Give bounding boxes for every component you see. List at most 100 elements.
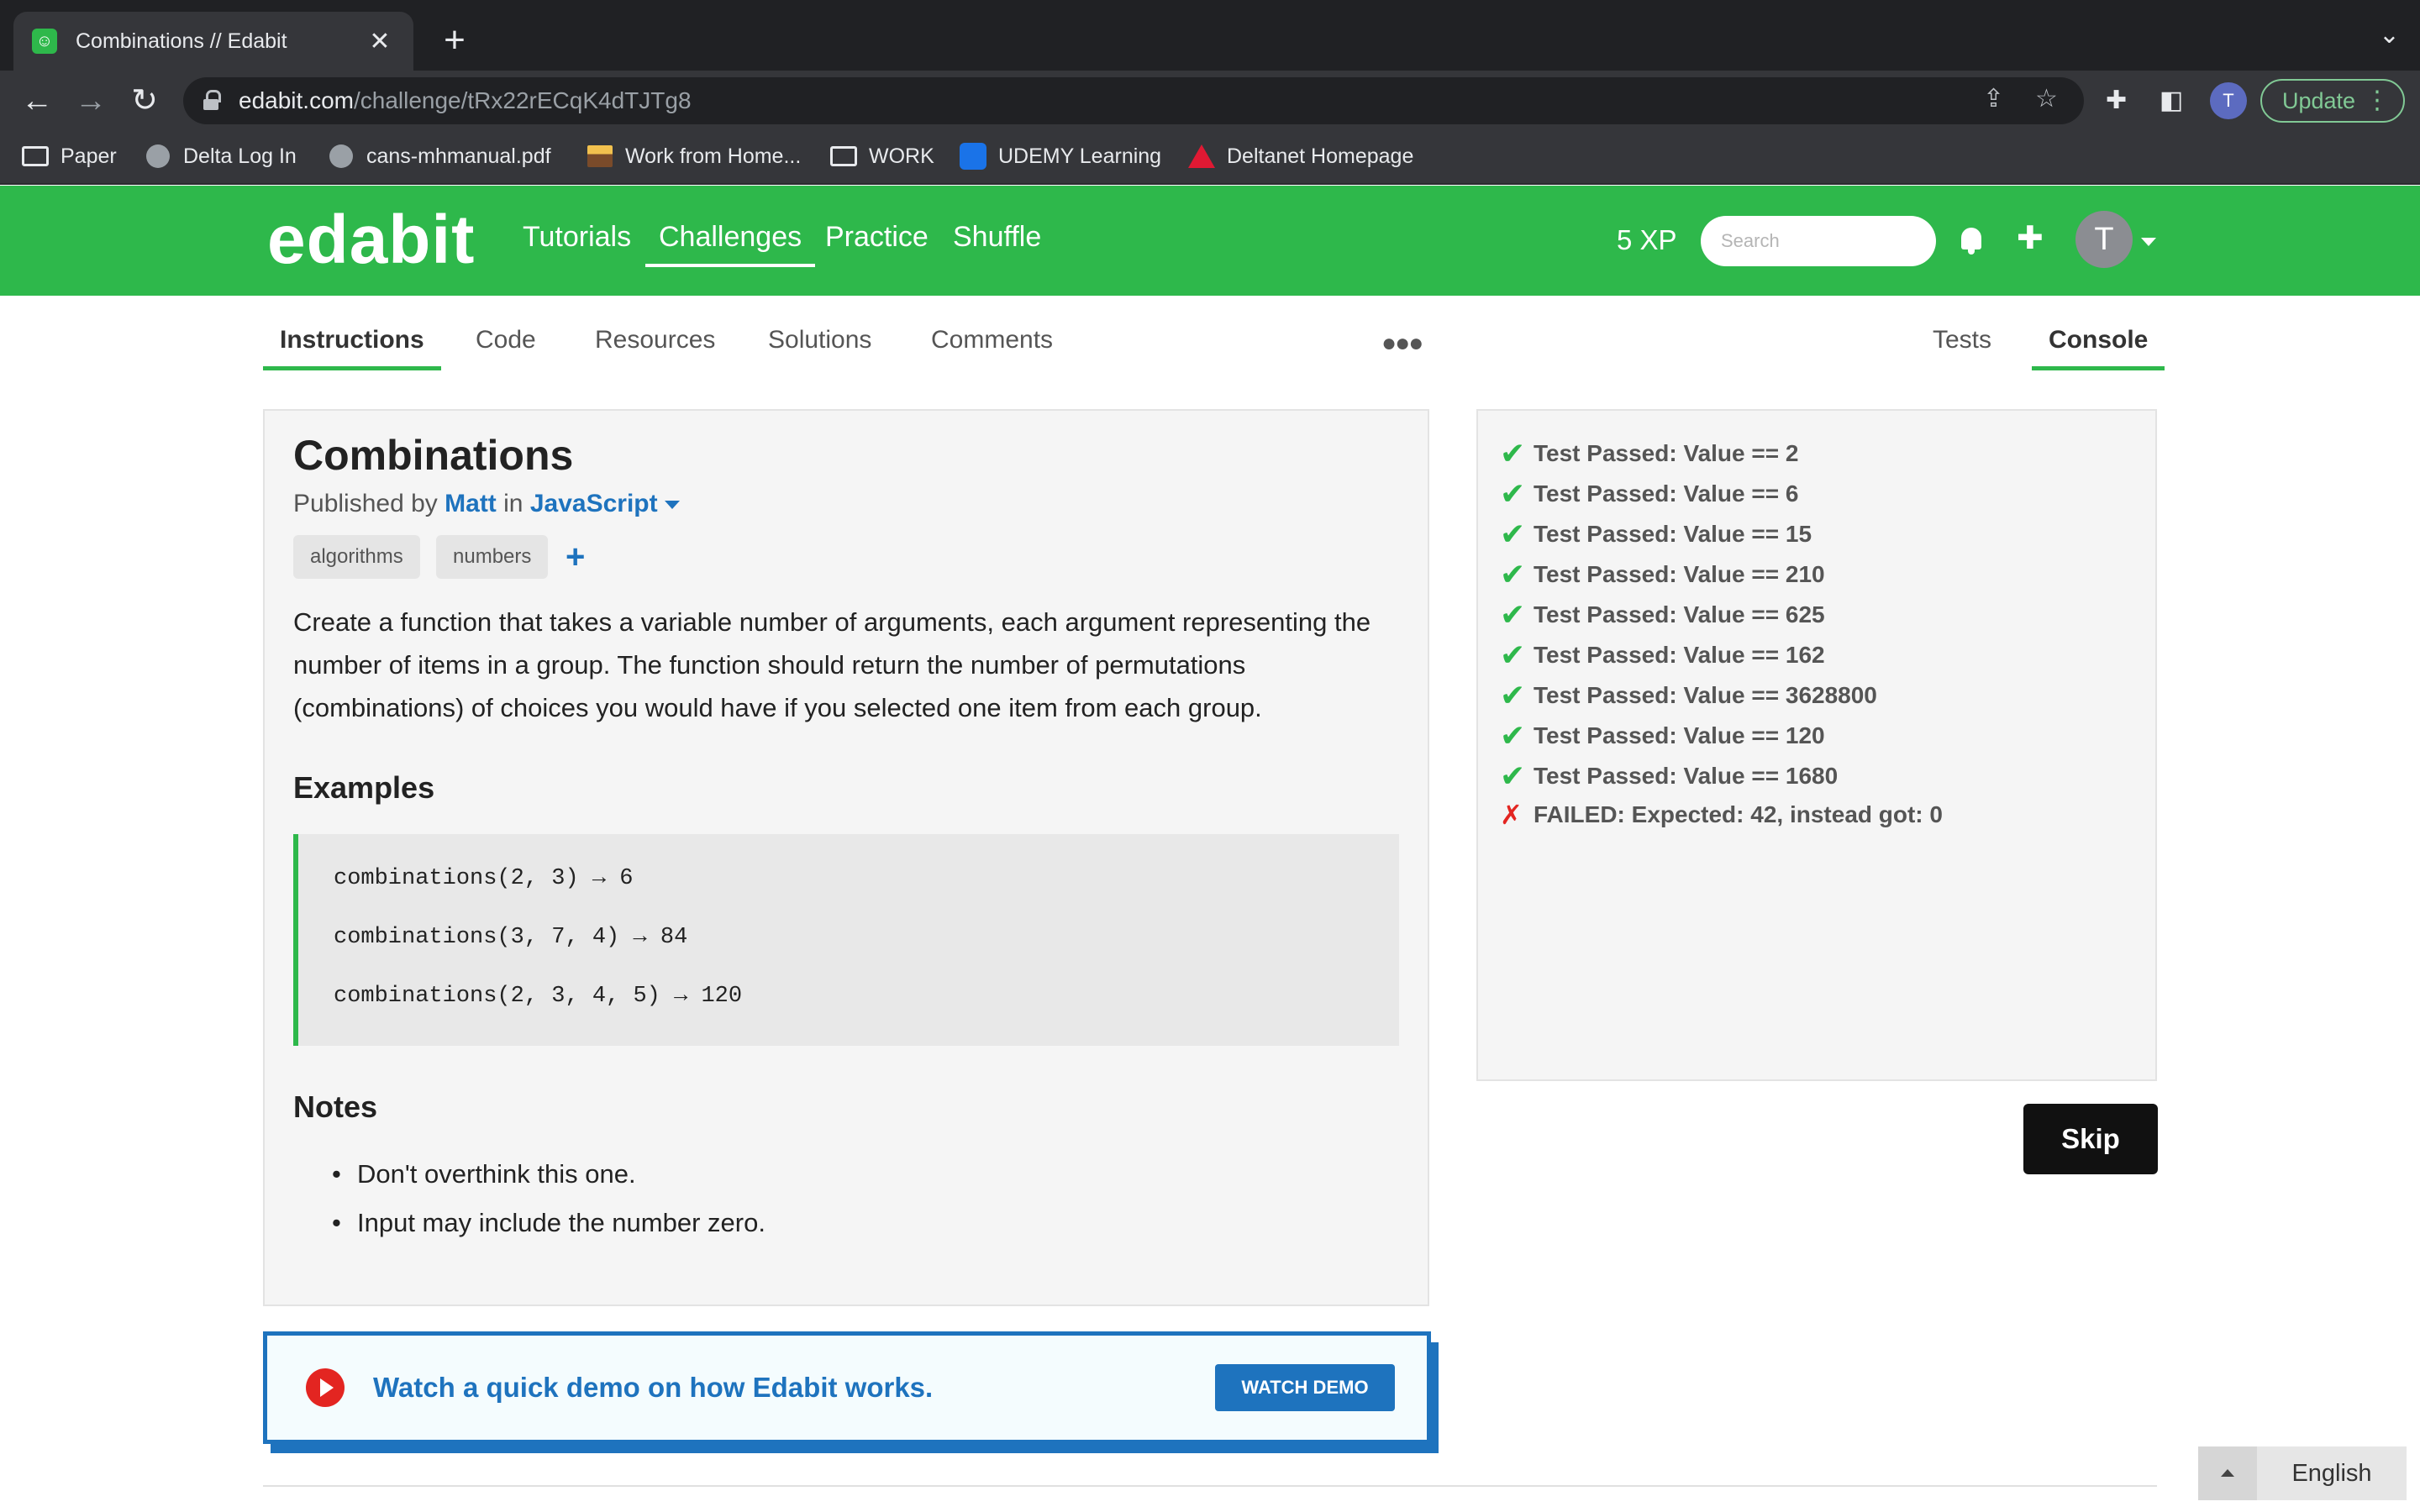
- instructions-panel: Combinations Published by Matt in JavaSc…: [263, 409, 1429, 1306]
- test-result: ✔ Test Passed: Value == 162: [1500, 638, 1825, 673]
- bookmark-cans-mhmanual[interactable]: cans-mhmanual.pdf: [328, 143, 551, 170]
- browser-toolbar: ← → ↻ edabit.com/challenge/tRx22rECqK4dT…: [0, 71, 2420, 131]
- share-icon[interactable]: ⇪: [1983, 84, 2004, 113]
- console-panel: ✔ Test Passed: Value == 2 ✔ Test Passed: V…: [1476, 409, 2157, 1081]
- challenge-title: Combinations: [293, 432, 574, 479]
- test-result: ✔ Test Passed: Value == 120: [1500, 718, 1825, 753]
- bookmark-udemy[interactable]: UDEMY Learning: [960, 143, 1161, 170]
- tab-tests[interactable]: Tests: [1916, 326, 2008, 366]
- language-label: English: [2291, 1459, 2372, 1487]
- tab-solutions[interactable]: Solutions: [751, 326, 888, 366]
- browser-tabstrip: ☺ Combinations // Edabit ✕ + ⌄: [0, 0, 2420, 71]
- notes-list: Don't overthink this one. Input may incl…: [332, 1150, 1340, 1247]
- watch-demo-button[interactable]: WATCH DEMO: [1215, 1364, 1395, 1411]
- nav-shuffle[interactable]: Shuffle: [939, 221, 1055, 264]
- note-item: Input may include the number zero.: [332, 1199, 1340, 1247]
- add-tag-icon[interactable]: +: [566, 535, 585, 579]
- language-dropdown[interactable]: JavaScript: [530, 490, 658, 517]
- user-avatar[interactable]: T: [2075, 211, 2133, 268]
- examples-heading: Examples: [293, 770, 435, 805]
- check-icon: ✔: [1500, 759, 1526, 793]
- bookmark-deltanet[interactable]: Deltanet Homepage: [1188, 143, 1413, 170]
- caret-down-icon[interactable]: [664, 501, 680, 510]
- check-icon: ✔: [1500, 476, 1526, 511]
- extensions-puzzle-icon[interactable]: ✚: [2106, 86, 2127, 115]
- tab-resources[interactable]: Resources: [578, 326, 732, 366]
- delta-favicon-icon: [1188, 143, 1215, 170]
- bookmark-label: Deltanet Homepage: [1227, 144, 1414, 168]
- lock-icon[interactable]: [202, 90, 224, 112]
- check-icon: ✔: [1500, 678, 1526, 712]
- example-line: combinations(3, 7, 4) → 84: [334, 925, 688, 950]
- published-prefix: Published by: [293, 490, 438, 517]
- bookmark-label: UDEMY Learning: [998, 144, 1162, 168]
- test-result: ✔ Test Passed: Value == 1680: [1500, 759, 1838, 794]
- bookmark-label: WORK: [869, 144, 934, 168]
- bookmark-label: Delta Log In: [183, 144, 297, 168]
- result-text: Test Passed: Value == 625: [1534, 601, 1825, 627]
- update-button[interactable]: Update ⋮: [2260, 79, 2405, 123]
- address-bar[interactable]: edabit.com/challenge/tRx22rECqK4dTJTg8 ⇪…: [183, 77, 2084, 124]
- nav-practice[interactable]: Practice: [812, 221, 942, 264]
- tab-search-chevron-icon[interactable]: ⌄: [2379, 20, 2400, 50]
- tab-code[interactable]: Code: [459, 326, 553, 366]
- language-selector[interactable]: English: [2198, 1446, 2407, 1500]
- bookmarks-bar: Paper Delta Log In cans-mhmanual.pdf Wor…: [0, 131, 2420, 185]
- user-menu-caret-icon[interactable]: [2141, 238, 2156, 246]
- edabit-favicon-icon: ☺: [32, 29, 57, 54]
- url-text[interactable]: edabit.com/challenge/tRx22rECqK4dTJTg8: [239, 87, 692, 114]
- play-icon[interactable]: [306, 1368, 345, 1407]
- bookmark-label: Work from Home...: [625, 144, 802, 168]
- tag-numbers[interactable]: numbers: [436, 535, 549, 579]
- result-text: Test Passed: Value == 210: [1534, 561, 1825, 587]
- challenge-description: Create a function that takes a variable …: [293, 607, 1371, 722]
- skip-button[interactable]: Skip: [2023, 1104, 2158, 1174]
- bookmark-work[interactable]: WORK: [830, 143, 934, 170]
- result-text: Test Passed: Value == 15: [1534, 521, 1812, 547]
- footer-divider: [263, 1485, 2157, 1487]
- edabit-logo[interactable]: edabit: [267, 201, 475, 280]
- nav-challenges[interactable]: Challenges: [645, 221, 816, 267]
- site-header: edabit Tutorials Challenges Practice Shu…: [0, 186, 2420, 296]
- new-tab-icon[interactable]: +: [435, 17, 474, 64]
- browser-profile-avatar[interactable]: T: [2210, 82, 2247, 119]
- close-tab-icon[interactable]: ✕: [365, 27, 395, 56]
- folder-icon: [830, 143, 857, 170]
- more-options-icon[interactable]: ●●●: [1381, 329, 1423, 358]
- nav-tutorials[interactable]: Tutorials: [509, 221, 644, 264]
- tab-instructions[interactable]: Instructions: [263, 326, 441, 370]
- published-line: Published by Matt in JavaScript: [293, 490, 680, 518]
- reload-icon[interactable]: ↻: [124, 82, 165, 119]
- result-text: Test Passed: Value == 3628800: [1534, 682, 1877, 708]
- notifications-bell-icon[interactable]: [1961, 228, 1981, 255]
- example-line: combinations(2, 3) → 6: [334, 866, 634, 891]
- more-vertical-icon[interactable]: ⋮: [2365, 86, 2390, 115]
- search-input[interactable]: [1701, 216, 1936, 266]
- result-text: Test Passed: Value == 120: [1534, 722, 1825, 748]
- tab-console[interactable]: Console: [2032, 326, 2165, 370]
- globe-icon: [145, 143, 171, 170]
- folder-icon: [22, 143, 49, 170]
- back-arrow-icon[interactable]: ←: [17, 82, 57, 119]
- test-result-failed: ✗ FAILED: Expected: 42, instead got: 0: [1500, 799, 1943, 831]
- bookmark-star-icon[interactable]: ☆: [2035, 84, 2058, 113]
- tab-comments[interactable]: Comments: [914, 326, 1070, 366]
- bookmark-work-from-home[interactable]: Work from Home...: [587, 143, 801, 170]
- bookmark-paper[interactable]: Paper: [22, 143, 117, 170]
- caret-up-icon[interactable]: [2198, 1446, 2257, 1500]
- side-panel-icon[interactable]: ◧: [2160, 86, 2183, 115]
- forward-arrow-icon[interactable]: →: [71, 82, 111, 119]
- bookmark-delta-log-in[interactable]: Delta Log In: [145, 143, 297, 170]
- test-result: ✔ Test Passed: Value == 210: [1500, 557, 1825, 592]
- demo-text-link[interactable]: Watch a quick demo on how Edabit works.: [373, 1372, 1215, 1404]
- author-link[interactable]: Matt: [445, 490, 497, 517]
- add-plus-icon[interactable]: ✚: [2017, 219, 2044, 257]
- demo-banner: Watch a quick demo on how Edabit works. …: [263, 1331, 1431, 1444]
- browser-tab[interactable]: ☺ Combinations // Edabit ✕: [13, 12, 413, 71]
- example-line: combinations(2, 3, 4, 5) → 120: [334, 984, 743, 1009]
- tab-title: Combinations // Edabit: [76, 29, 287, 53]
- examples-code-block: combinations(2, 3) → 6 combinations(3, 7…: [293, 834, 1399, 1046]
- udemy-favicon-icon: [960, 143, 986, 170]
- test-result: ✔ Test Passed: Value == 6: [1500, 476, 1798, 512]
- tag-algorithms[interactable]: algorithms: [293, 535, 420, 579]
